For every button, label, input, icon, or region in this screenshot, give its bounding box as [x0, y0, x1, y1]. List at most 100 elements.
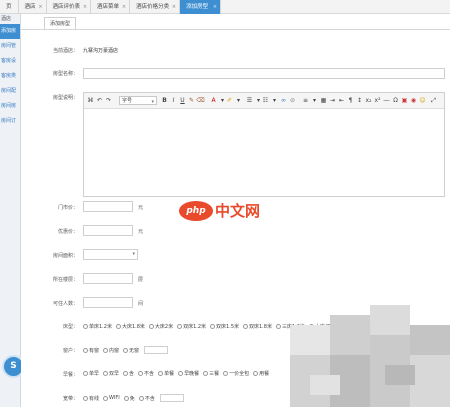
chevron-down-icon[interactable]: ▾ [270, 96, 279, 105]
radio-button[interactable] [123, 371, 129, 376]
radio-button[interactable] [275, 323, 281, 329]
editor-toolbar: ⌘ ↶ ↷ 字号 ▾ B I U ✎ ⌫ A ▾ ✐ ▾ ☰ ▾ ☷ ▾ ∞ ⊘ … [84, 93, 444, 109]
sidebar-item-add-room[interactable]: 添加房 [0, 24, 20, 39]
floor-input[interactable] [83, 273, 133, 284]
guests-unit: 间 [138, 301, 144, 307]
tab-hotel-menu[interactable]: 酒店菜单 × [91, 0, 131, 14]
guests-input[interactable] [83, 297, 133, 308]
radio-button[interactable] [103, 371, 109, 376]
radio-button[interactable] [115, 323, 121, 329]
option-label: 无窗 [129, 347, 140, 354]
outdent-icon[interactable]: ⇤ [337, 96, 346, 105]
radio-button[interactable] [123, 347, 129, 353]
undo-icon[interactable]: ↶ [95, 96, 104, 105]
top-tab-bar: 页 酒店 × 酒店评价表 × 酒店菜单 × 酒店价格分类 × 添加房型 × [0, 0, 450, 14]
room-type-name-label: 房型名称： [52, 71, 78, 77]
tab-home[interactable]: 页 [0, 0, 19, 14]
chevron-down-icon: ▾ [151, 99, 154, 105]
font-size-select[interactable]: 字号 ▾ [119, 96, 157, 105]
tab-add-room-type[interactable]: 添加房型 × [180, 0, 222, 14]
subscript-icon[interactable]: x₂ [364, 96, 373, 105]
align-icon[interactable]: ≡ [301, 96, 310, 105]
sidebar-item-room-orders[interactable]: 房间订 [0, 114, 20, 129]
image-icon[interactable]: ▣ [400, 96, 409, 105]
radio-button[interactable] [243, 323, 248, 329]
sidebar-item-room-status[interactable]: 房间房 [0, 99, 20, 114]
room-type-name-input[interactable] [83, 68, 445, 79]
paragraph-icon[interactable]: ¶ [346, 96, 355, 105]
sidebar-item-room-category[interactable]: 客房类 [0, 69, 20, 84]
option-label: 双床1.8米 [249, 323, 272, 330]
radio-button[interactable] [178, 371, 184, 376]
discount-price-input[interactable] [83, 225, 133, 236]
breakfast-options: 单早 双早 含 不含 单餐 早晚餐 三餐 一价全包 用餐 [81, 370, 271, 377]
radio-button[interactable] [83, 347, 88, 353]
horizontal-rule-icon[interactable]: ― [382, 96, 391, 105]
market-price-input[interactable] [83, 201, 133, 212]
font-color-icon[interactable]: A [209, 96, 218, 105]
inner-tab-add-room-type[interactable]: 添加房型 [44, 17, 77, 29]
superscript-icon[interactable]: x² [373, 96, 382, 105]
floor-unit: 层 [138, 277, 144, 283]
tab-label: 酒店评价表 [52, 4, 81, 10]
close-icon[interactable]: × [122, 0, 126, 14]
sidebar-item-room-setup[interactable]: 客房设 [0, 54, 20, 69]
option-label: 含 [129, 371, 135, 377]
format-brush-icon[interactable]: ✎ [187, 96, 196, 105]
other-window-input[interactable] [144, 346, 169, 354]
close-icon[interactable]: × [83, 0, 87, 14]
radio-button[interactable] [83, 323, 88, 329]
sidebar-item-room-config[interactable]: 房间配 [0, 84, 20, 99]
radio-button[interactable] [103, 395, 109, 401]
flash-icon[interactable]: ◉ [409, 96, 418, 105]
chevron-down-icon[interactable]: ▾ [234, 96, 243, 105]
chevron-down-icon[interactable]: ▾ [310, 96, 319, 105]
clear-format-icon[interactable]: ⌫ [196, 96, 205, 105]
radio-button[interactable] [177, 323, 183, 329]
tab-hotel-price-category[interactable]: 酒店价格分类 × [130, 0, 181, 14]
underline-icon[interactable]: U [178, 96, 187, 105]
other-broadband-input[interactable] [159, 394, 184, 402]
option-label: 单早 [89, 371, 100, 377]
radio-button[interactable] [223, 371, 229, 376]
special-char-icon[interactable]: Ω [391, 96, 400, 105]
close-icon[interactable]: × [172, 0, 176, 14]
option-label: 不含 [144, 371, 155, 377]
indent-icon[interactable]: ⇥ [328, 96, 337, 105]
radio-button[interactable] [83, 371, 88, 376]
radio-button[interactable] [158, 371, 164, 376]
radio-button[interactable] [203, 371, 209, 376]
radio-button[interactable] [83, 395, 88, 401]
ordered-list-icon[interactable]: ☰ [245, 96, 254, 105]
fullscreen-icon[interactable]: ⤢ [429, 96, 438, 105]
emoticon-icon[interactable]: ☺ [418, 96, 427, 105]
radio-button[interactable] [123, 395, 129, 401]
radio-button[interactable] [253, 371, 259, 376]
line-height-icon[interactable]: ↕ [355, 96, 364, 105]
source-code-icon[interactable]: ⌘ [86, 96, 95, 105]
window-label: 窗户： [62, 348, 78, 354]
radio-button[interactable] [210, 323, 216, 329]
room-area-select[interactable]: ▾ [83, 249, 138, 260]
tab-hotel[interactable]: 酒店 × [19, 0, 47, 14]
tab-label: 添加房型 [186, 4, 209, 10]
close-icon[interactable]: × [213, 0, 217, 14]
watermark-text: 中文网 [215, 202, 261, 220]
unordered-list-icon[interactable]: ☷ [261, 96, 270, 105]
unlink-icon[interactable]: ⊘ [288, 96, 297, 105]
radio-button[interactable] [148, 323, 154, 329]
close-icon[interactable]: × [38, 0, 42, 14]
option-label: WIFI [109, 395, 120, 401]
redo-icon[interactable]: ↷ [104, 96, 113, 105]
bold-icon[interactable]: B [160, 96, 169, 105]
radio-button[interactable] [138, 371, 144, 376]
table-icon[interactable]: ▦ [319, 96, 328, 105]
radio-button[interactable] [103, 347, 109, 353]
link-icon[interactable]: ∞ [279, 96, 288, 105]
radio-button[interactable] [138, 395, 144, 401]
highlight-color-icon[interactable]: ✐ [225, 96, 234, 105]
option-label: 大床1.8米 [121, 323, 145, 330]
tab-hotel-reviews[interactable]: 酒店评价表 × [47, 0, 92, 14]
sidebar-item-room-manage[interactable]: 房间管 [0, 39, 20, 54]
italic-icon[interactable]: I [169, 96, 178, 105]
